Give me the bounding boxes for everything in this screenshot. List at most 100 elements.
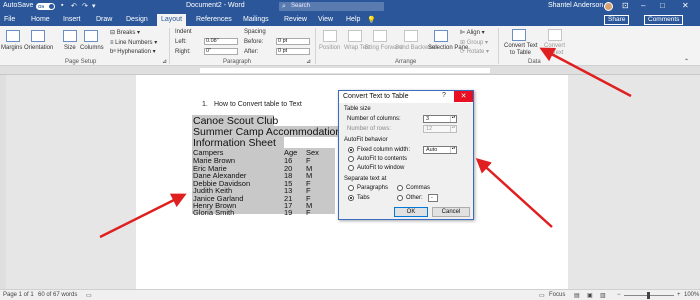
orientation-icon[interactable] (31, 30, 45, 42)
group-label: Group (466, 40, 484, 46)
convert-to-table-icon[interactable] (512, 29, 526, 41)
spacing-before-input[interactable]: 0 pt (276, 38, 310, 45)
convert-text-to-table-dialog: Convert Text to Table ? ✕ Table size Num… (338, 90, 474, 220)
tab-view[interactable]: View (318, 16, 333, 23)
convert-to-text-label-1[interactable]: Convert (544, 43, 565, 49)
undo-icon[interactable]: ↶ (71, 2, 77, 10)
redo-icon[interactable]: ↷ (82, 2, 88, 10)
commas-radio[interactable] (397, 185, 403, 191)
avatar[interactable] (604, 2, 613, 11)
num-rows-input: 12 ▴▾ (423, 125, 457, 133)
convert-text-to-table-label-1[interactable]: Convert Text (504, 43, 538, 49)
focus-icon[interactable]: ▭ (539, 292, 545, 299)
line-numbers-button[interactable]: ≡ Line Numbers ▾ (110, 39, 157, 46)
autofit-window-radio[interactable] (348, 165, 354, 171)
align-button[interactable]: ⊫ Align ▾ (460, 29, 485, 36)
other-radio[interactable] (397, 195, 403, 201)
send-backward-icon[interactable] (404, 30, 418, 42)
page-setup-group-label: Page Setup (65, 59, 97, 65)
user-name[interactable]: Shantel Anderson (548, 2, 603, 9)
close-icon[interactable]: ✕ (682, 1, 689, 10)
page-setup-launcher-icon[interactable]: ⊿ (162, 58, 167, 65)
tab-draw[interactable]: Draw (96, 16, 112, 23)
proofing-icon[interactable]: ▭ (86, 292, 92, 299)
num-rows-value: 12 (426, 126, 433, 132)
spin-arrows-icon[interactable]: ▴▾ (450, 115, 456, 122)
web-layout-icon[interactable]: ▥ (600, 292, 606, 299)
horizontal-ruler[interactable] (0, 66, 700, 75)
tab-insert[interactable]: Insert (63, 16, 81, 23)
rotate-button[interactable]: ⟳ Rotate ▾ (460, 48, 489, 55)
autofit-label: AutoFit behavior (344, 137, 388, 143)
search-input[interactable]: ⌕ Search (279, 2, 384, 11)
dialog-close-button[interactable]: ✕ (454, 91, 473, 102)
tab-review[interactable]: Review (284, 16, 307, 23)
fixed-width-input[interactable]: Auto ▴▾ (423, 146, 457, 154)
position-icon[interactable] (323, 30, 337, 42)
print-layout-icon[interactable]: ▣ (587, 292, 593, 299)
wrap-text-icon[interactable] (348, 30, 362, 42)
page-count[interactable]: Page 1 of 1 (3, 292, 34, 298)
paragraph-launcher-icon[interactable]: ⊿ (306, 58, 311, 65)
convert-to-text-icon[interactable] (548, 29, 562, 41)
zoom-slider-thumb[interactable] (647, 292, 650, 299)
tab-layout[interactable]: Layout (157, 14, 187, 26)
dialog-title-bar[interactable]: Convert Text to Table (339, 91, 473, 103)
read-mode-icon[interactable]: ▤ (574, 292, 580, 299)
cancel-button[interactable]: Cancel (432, 207, 470, 217)
ok-button[interactable]: OK (394, 207, 428, 217)
other-input[interactable]: - (428, 194, 438, 202)
num-columns-input[interactable]: 3 ▴▾ (423, 115, 457, 123)
autofit-contents-radio[interactable] (348, 156, 354, 162)
spacing-after-input[interactable]: 0 pt (276, 48, 310, 55)
tab-file[interactable]: File (4, 16, 15, 23)
tab-home[interactable]: Home (31, 16, 50, 23)
hyphenation-button[interactable]: bᵃ Hyphenation ▾ (110, 48, 156, 55)
tab-mailings[interactable]: Mailings (243, 16, 269, 23)
other-label: Other: (406, 195, 423, 201)
zoom-level[interactable]: 100% (684, 292, 699, 298)
group-button[interactable]: ⊞ Group ▾ (460, 39, 488, 46)
autofit-window-label: AutoFit to window (357, 165, 405, 171)
ribbon-display-icon[interactable]: ⊡ (622, 1, 629, 10)
margins-button[interactable]: Margins (1, 45, 22, 51)
tabs-radio[interactable] (348, 195, 354, 201)
comments-button[interactable]: Comments (644, 15, 684, 25)
zoom-out-icon[interactable]: − (617, 292, 621, 298)
convert-text-to-table-label-2[interactable]: to Table (510, 50, 531, 56)
size-icon[interactable] (63, 30, 77, 42)
position-button[interactable]: Position (319, 45, 340, 51)
paragraphs-radio[interactable] (348, 185, 354, 191)
indent-right-input[interactable]: 0" (204, 48, 238, 55)
convert-to-text-label-2[interactable]: to Text (546, 50, 564, 56)
columns-button[interactable]: Columns (80, 45, 104, 51)
vertical-ruler[interactable] (0, 75, 6, 289)
size-button[interactable]: Size (64, 45, 76, 51)
maximize-icon[interactable]: □ (660, 1, 665, 10)
tab-design[interactable]: Design (126, 16, 148, 23)
spin-arrows-icon[interactable]: ▴▾ (450, 146, 456, 153)
focus-mode-label[interactable]: Focus (549, 292, 565, 298)
indent-left-input[interactable]: 0.08" (204, 38, 238, 45)
margins-icon[interactable] (6, 30, 20, 42)
tab-help[interactable]: Help (346, 16, 360, 23)
breaks-button[interactable]: ⊟ Breaks ▾ (110, 29, 140, 36)
ruler-track (200, 68, 490, 73)
collapse-ribbon-icon[interactable]: ⌃ (684, 58, 689, 65)
list-item-text: How to Convert table to Text (214, 101, 302, 108)
lightbulb-icon[interactable]: 💡 (367, 16, 376, 24)
word-count[interactable]: 60 of 67 words (38, 292, 77, 298)
customize-qat-icon[interactable]: ▾ (92, 2, 96, 10)
autosave-toggle[interactable]: On (36, 3, 55, 10)
save-icon[interactable]: ▪ (61, 2, 63, 9)
orientation-button[interactable]: Orientation (24, 45, 53, 51)
share-button[interactable]: Share (604, 15, 630, 25)
zoom-in-icon[interactable]: + (677, 292, 681, 298)
help-button[interactable]: ? (442, 92, 446, 99)
columns-icon[interactable] (84, 30, 98, 42)
selection-pane-icon[interactable] (434, 30, 448, 42)
minimize-icon[interactable]: – (641, 1, 645, 10)
fixed-width-radio[interactable] (348, 147, 354, 153)
tab-references[interactable]: References (196, 16, 232, 23)
bring-forward-icon[interactable] (373, 30, 387, 42)
